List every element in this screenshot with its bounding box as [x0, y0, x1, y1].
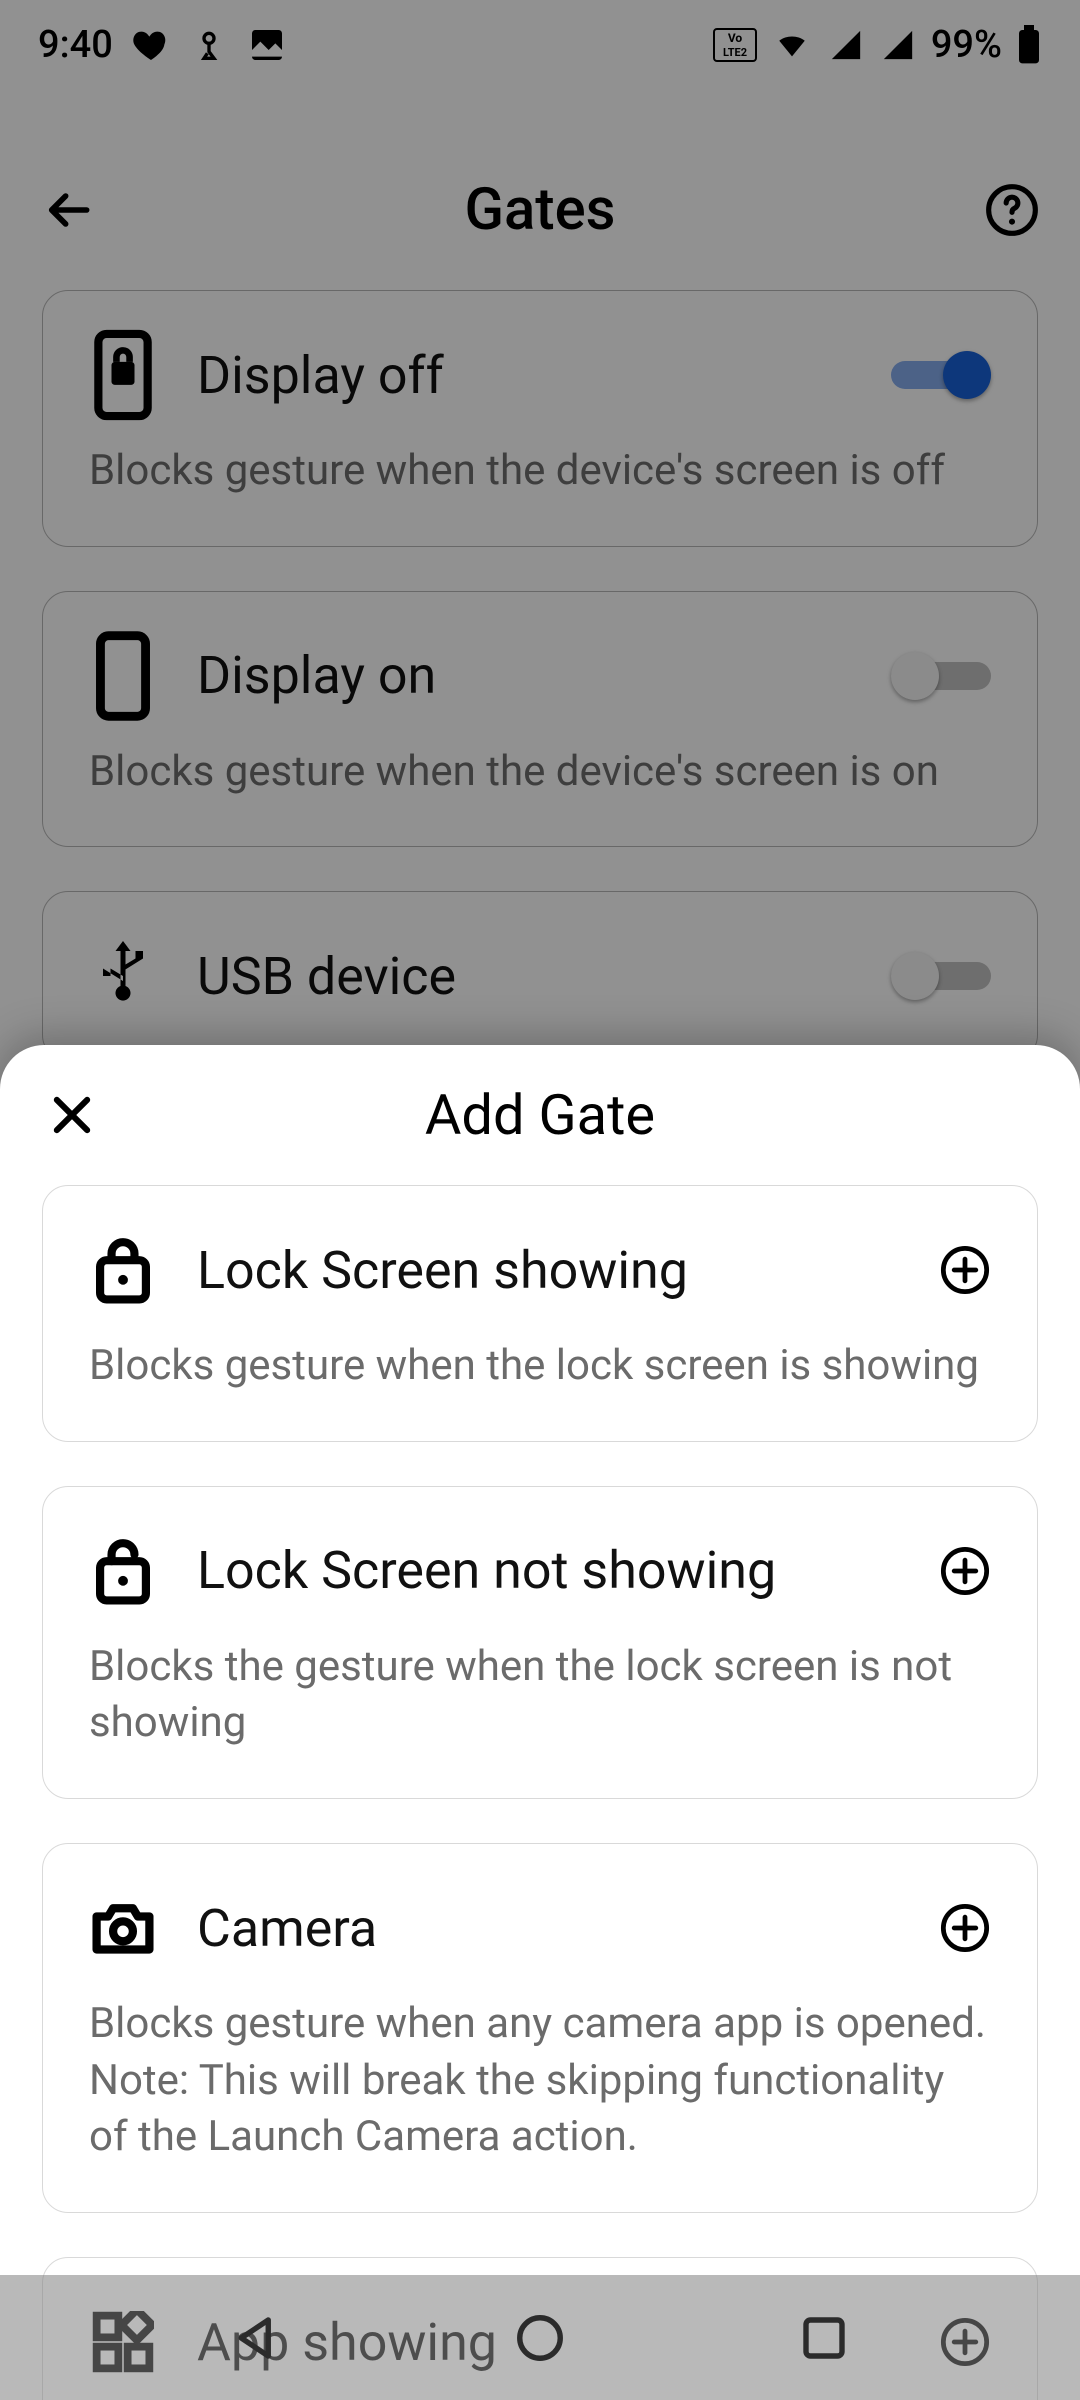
signal-2-icon: [879, 28, 917, 62]
help-button[interactable]: [984, 182, 1040, 238]
gate-title: USB device: [197, 946, 851, 1007]
add-button[interactable]: [939, 1902, 991, 1954]
svg-text:Vo: Vo: [728, 31, 743, 45]
sheet-header: Add Gate: [0, 1045, 1080, 1185]
photo-icon: [247, 25, 287, 65]
nav-home-button[interactable]: [513, 2311, 567, 2365]
gate-title: Display on: [197, 645, 851, 706]
display-on-icon: [89, 642, 157, 710]
nav-recents-button[interactable]: [797, 2311, 851, 2365]
nav-back-button[interactable]: [230, 2311, 284, 2365]
sheet-title: Add Gate: [425, 1082, 655, 1148]
add-button[interactable]: [939, 1545, 991, 1597]
add-gate-lock-showing[interactable]: Lock Screen showing Blocks gesture when …: [42, 1185, 1038, 1442]
camera-icon: [89, 1894, 157, 1962]
usb-icon: [89, 942, 157, 1010]
display-off-icon: [89, 341, 157, 409]
wifi-icon: [771, 28, 813, 62]
status-right: VoLTE2 99%: [713, 23, 1042, 67]
gate-desc: Blocks the gesture when the lock screen …: [89, 1639, 991, 1752]
heart-icon: [131, 25, 171, 65]
gate-title: Lock Screen not showing: [197, 1540, 899, 1601]
gate-title: Camera: [197, 1898, 899, 1959]
toggle-switch[interactable]: [891, 347, 991, 403]
status-left: 9:40: [38, 23, 287, 67]
gate-desc: Blocks gesture when the lock screen is s…: [89, 1338, 991, 1395]
gate-title: Lock Screen showing: [197, 1240, 899, 1301]
gate-title: Display off: [197, 345, 851, 406]
add-gate-camera[interactable]: Camera Blocks gesture when any camera ap…: [42, 1843, 1038, 2213]
volte-icon: VoLTE2: [713, 28, 757, 62]
gate-desc: Blocks gesture when any camera app is op…: [89, 1996, 991, 2166]
gate-desc: Blocks gesture when the device's screen …: [89, 443, 991, 500]
back-button[interactable]: [40, 182, 96, 238]
gate-list: Display off Blocks gesture when the devi…: [42, 290, 1038, 1105]
svg-text:LTE2: LTE2: [723, 46, 747, 59]
sheet-list[interactable]: Lock Screen showing Blocks gesture when …: [0, 1185, 1080, 2400]
lock-icon: [89, 1236, 157, 1304]
toggle-switch[interactable]: [891, 948, 991, 1004]
status-time: 9:40: [38, 23, 113, 67]
toggle-switch[interactable]: [891, 648, 991, 704]
gate-card-usb[interactable]: USB device: [42, 891, 1038, 1061]
signal-icon: [827, 28, 865, 62]
battery-icon: [1016, 25, 1042, 65]
status-battery-text: 99%: [931, 23, 1002, 67]
touch-icon: [189, 25, 229, 65]
page-title: Gates: [464, 176, 615, 244]
lock-open-icon: [89, 1537, 157, 1605]
gate-desc: Blocks gesture when the device's screen …: [89, 744, 991, 801]
gate-card-display-on[interactable]: Display on Blocks gesture when the devic…: [42, 591, 1038, 848]
status-bar: 9:40 VoLTE2 99%: [0, 0, 1080, 90]
add-gate-sheet: Add Gate Lock Screen showing Blocks gest…: [0, 1045, 1080, 2400]
gate-card-display-off[interactable]: Display off Blocks gesture when the devi…: [42, 290, 1038, 547]
add-button[interactable]: [939, 1244, 991, 1296]
app-bar: Gates: [0, 155, 1080, 265]
navigation-bar: [0, 2275, 1080, 2400]
close-button[interactable]: [46, 1089, 98, 1141]
add-gate-lock-not-showing[interactable]: Lock Screen not showing Blocks the gestu…: [42, 1486, 1038, 1799]
